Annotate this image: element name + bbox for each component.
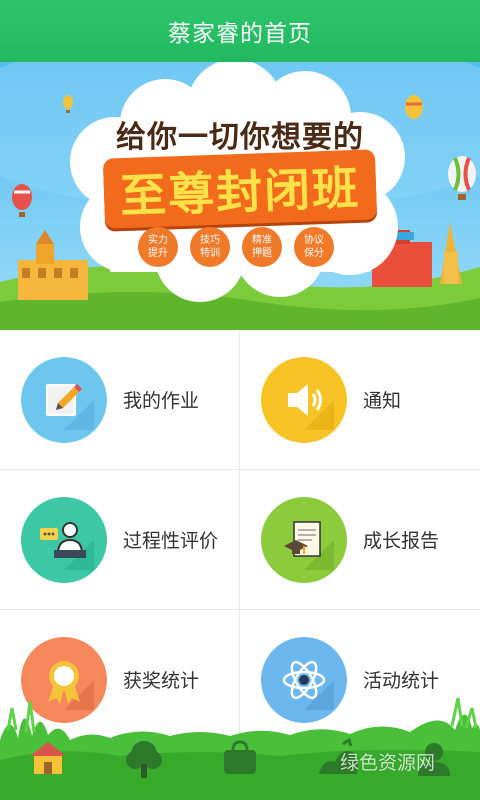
badge-line: 技巧 [200,235,220,246]
tab-home[interactable] [20,738,76,800]
speaker-icon [261,356,347,443]
badge-line: 押题 [252,248,272,259]
menu-label: 过程性评价 [123,530,219,552]
menu-item-evaluation[interactable]: 过程性评价 [0,470,240,610]
menu-label: 成长报告 [363,530,440,552]
menu-label: 获奖统计 [123,670,200,692]
medal-icon [21,636,107,723]
tree-icon [126,741,162,778]
menu-item-homework[interactable]: 我的作业 [0,330,240,470]
teacher-icon [21,496,107,583]
menu-label: 通知 [363,390,402,412]
menu-item-notice[interactable]: 通知 [240,330,480,470]
promo-banner[interactable]: 给你一切你想要的 至尊封闭班 实力 提升 技巧 特训 精准 押题 协议 保分 [0,62,480,330]
badge-line: 实力 [148,235,168,246]
homework-icon [21,356,107,443]
badge-line: 提升 [148,248,168,259]
badge-line: 精准 [252,235,272,246]
tab-tree[interactable] [116,738,172,800]
badge-line: 特训 [200,248,220,259]
badge-line: 保分 [304,248,324,259]
tab-bag[interactable] [212,738,268,800]
badge: 协议 保分 [294,227,334,267]
badge: 技巧 特训 [190,227,230,267]
badge: 精准 押题 [242,227,282,267]
menu-label: 活动统计 [363,670,440,692]
home-icon [30,742,66,774]
banner-headline: 给你一切你想要的 [116,120,364,155]
menu-item-activities[interactable]: 活动统计 [240,610,480,750]
castle-left [18,230,88,300]
bag-icon [224,740,256,774]
watermark-text: 绿色资源网 [340,752,436,774]
certificate-icon [261,496,347,583]
menu-label: 我的作业 [123,390,200,412]
banner-badges: 实力 提升 技巧 特训 精准 押题 协议 保分 [138,227,338,273]
atom-icon [261,636,347,723]
app-header: 蔡家睿的首页 [0,0,480,62]
badge-line: 协议 [304,235,324,246]
menu-item-awards[interactable]: 获奖统计 [0,610,240,750]
badge: 实力 提升 [138,227,178,267]
menu-item-growth-report[interactable]: 成长报告 [240,470,480,610]
banner-main-title: 至尊封闭班 [102,149,378,229]
page-title: 蔡家睿的首页 [168,21,312,47]
